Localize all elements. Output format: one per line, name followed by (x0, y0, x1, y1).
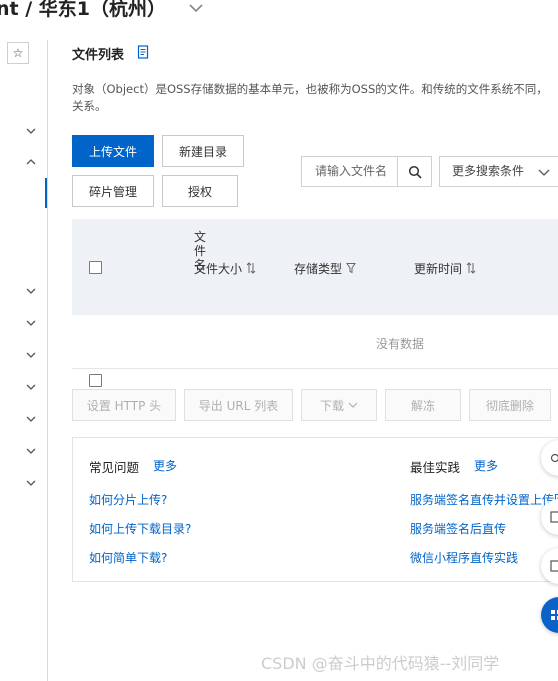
sidebar-chevron-down-icon[interactable] (26, 446, 36, 456)
upload-file-button[interactable]: 上传文件 (72, 135, 154, 167)
column-header-size-label: 文件大小 (194, 262, 243, 276)
empty-table-text: 没有数据 (376, 337, 425, 351)
favorite-star-button[interactable]: ☆ (7, 42, 29, 64)
best-practice-link[interactable]: 服务端签名后直传 (410, 520, 506, 537)
column-header-size[interactable]: 文件大小 (194, 260, 256, 277)
sort-icon (246, 262, 256, 274)
search-button[interactable] (397, 156, 432, 187)
sidebar-chevron-down-icon[interactable] (26, 478, 36, 488)
sidebar-chevron-down-icon[interactable] (26, 286, 36, 296)
export-url-list-button[interactable]: 导出 URL 列表 (184, 389, 293, 421)
faq-link[interactable]: 如何简单下载? (89, 549, 167, 566)
edit-icon (550, 560, 558, 572)
faq-heading: 常见问题 (89, 460, 140, 475)
faq-link[interactable]: 如何分片上传? (89, 491, 167, 508)
permanent-delete-button[interactable]: 彻底删除 (469, 389, 551, 421)
download-button[interactable]: 下载 (301, 389, 377, 421)
download-label: 下载 (319, 398, 344, 413)
bulk-select-checkbox[interactable] (89, 374, 102, 387)
chat-icon (550, 453, 558, 463)
faq-link[interactable]: 如何上传下载目录? (89, 520, 191, 537)
unfreeze-button[interactable]: 解冻 (385, 389, 461, 421)
chevron-down-icon (348, 402, 358, 408)
sidebar-chevron-up-icon[interactable] (26, 157, 36, 167)
float-apps-button[interactable] (541, 597, 558, 633)
sidebar-chevron-down-icon[interactable] (26, 126, 36, 136)
chevron-down-icon (538, 166, 550, 176)
page-description: 对象（Object）是OSS存储数据的基本单元，也被称为OSS的文件。和传统的文… (72, 82, 548, 113)
search-icon (408, 165, 422, 179)
table-divider (72, 368, 558, 369)
best-practice-more-link[interactable]: 更多 (474, 457, 498, 474)
column-header-updated[interactable]: 更新时间 (414, 260, 476, 277)
sidebar-active-marker (45, 178, 47, 208)
apps-grid-icon (551, 610, 558, 620)
region-title: nt / 华东1（杭州） (0, 0, 166, 20)
sort-icon (466, 262, 476, 274)
faq-more-link[interactable]: 更多 (153, 457, 177, 474)
page-title: 文件列表 (72, 48, 125, 63)
search-input[interactable]: 请输入文件名 (301, 156, 398, 187)
fragment-management-button[interactable]: 碎片管理 (72, 175, 154, 207)
filter-icon (346, 263, 356, 274)
sidebar-chevron-down-icon[interactable] (26, 414, 36, 424)
column-header-updated-label: 更新时间 (414, 262, 463, 276)
new-directory-button[interactable]: 新建目录 (162, 135, 244, 167)
select-all-checkbox[interactable] (89, 261, 102, 274)
sidebar-chevron-down-icon[interactable] (26, 318, 36, 328)
best-practice-link[interactable]: 服务端签名直传并设置上传回 (410, 491, 558, 508)
set-http-header-button[interactable]: 设置 HTTP 头 (72, 389, 176, 421)
sidebar-chevron-down-icon[interactable] (26, 382, 36, 392)
best-practice-link[interactable]: 微信小程序直传实践 (410, 549, 518, 566)
star-icon: ☆ (12, 46, 24, 60)
authorize-button[interactable]: 授权 (162, 175, 238, 207)
doc-icon[interactable] (137, 45, 149, 59)
sidebar-chevron-down-icon[interactable] (26, 350, 36, 360)
column-header-storage-label: 存储类型 (294, 262, 343, 276)
watermark-text: CSDN @奋斗中的代码猿--刘同学 (261, 654, 500, 673)
sidebar-divider (47, 40, 48, 681)
best-practice-heading: 最佳实践 (410, 460, 461, 475)
document-icon (550, 511, 558, 523)
region-chevron-down-icon[interactable] (186, 0, 206, 18)
column-header-storage[interactable]: 存储类型 (294, 260, 356, 277)
